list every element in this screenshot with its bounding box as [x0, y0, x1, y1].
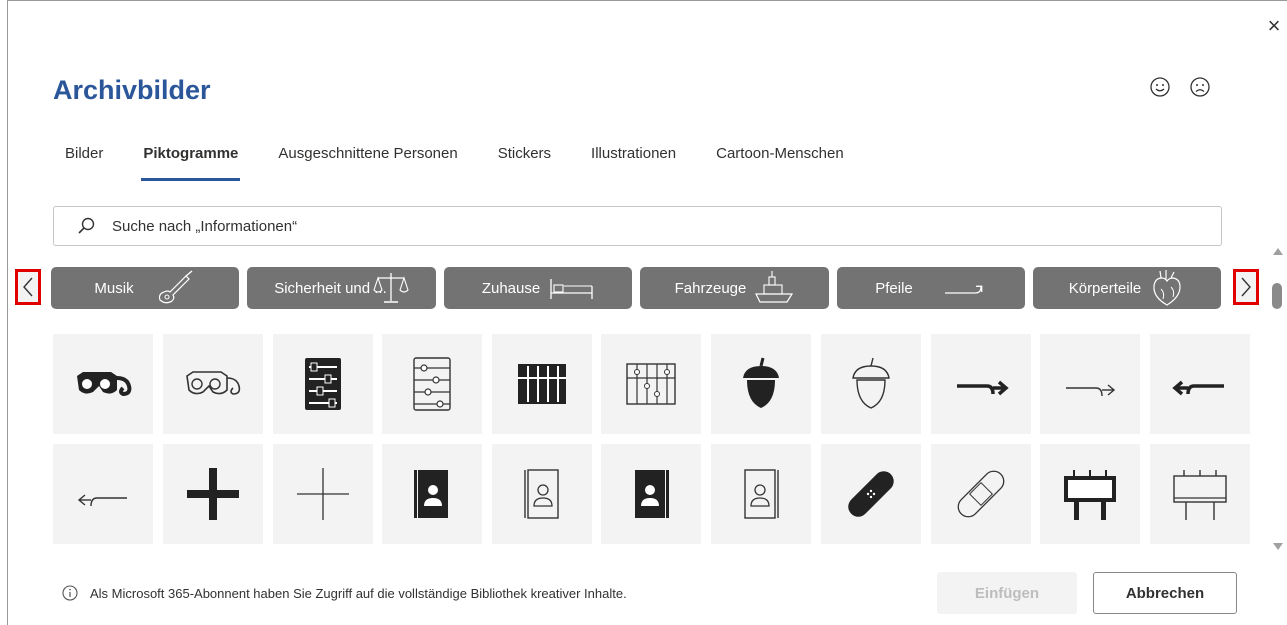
- chevron-right-icon: [1241, 277, 1251, 297]
- address-book-icon: [635, 470, 669, 518]
- icon-tile-arrow-turn-right-outline[interactable]: [1040, 334, 1140, 434]
- acorn-icon: [852, 357, 890, 409]
- abacus-icon: [305, 358, 341, 410]
- category-label: Pfeile: [875, 279, 913, 297]
- category-pfeile[interactable]: Pfeile: [837, 267, 1025, 309]
- icon-tile-abacus-wide-filled[interactable]: [492, 334, 592, 434]
- category-fahrzeuge[interactable]: Fahrzeuge: [640, 267, 829, 309]
- category-label: Musik: [94, 279, 134, 297]
- acorn-icon: [743, 357, 779, 408]
- cancel-button[interactable]: Abbrechen: [1093, 572, 1237, 614]
- abacus-icon: [518, 364, 566, 404]
- icon-tile-address-book-filled-2[interactable]: [601, 444, 701, 544]
- tab-stickers[interactable]: Stickers: [498, 145, 551, 183]
- scroll-down-arrow-icon[interactable]: [1273, 543, 1283, 550]
- bandage-icon: [848, 471, 894, 517]
- icon-tile-3d-glasses-outline[interactable]: [163, 334, 263, 434]
- categories-next-button[interactable]: [1233, 269, 1259, 305]
- categories-prev-button[interactable]: [15, 269, 41, 305]
- close-button[interactable]: ×: [1261, 13, 1287, 39]
- dialog-title: Archivbilder: [53, 75, 211, 105]
- ship-icon: [755, 271, 794, 303]
- tab-illustrationen[interactable]: Illustrationen: [591, 145, 676, 183]
- arrow-turn-left-icon: [1172, 380, 1224, 396]
- scroll-thumb[interactable]: [1272, 283, 1282, 309]
- scroll-up-arrow-icon[interactable]: [1273, 248, 1283, 255]
- icon-tile-abacus-wide-outline[interactable]: [601, 334, 701, 434]
- address-book-icon: [414, 470, 448, 518]
- tab-piktogramme[interactable]: Piktogramme: [141, 145, 241, 183]
- icon-tile-plus-filled[interactable]: [163, 444, 263, 544]
- icon-tile-3d-glasses-filled[interactable]: [53, 334, 153, 434]
- plus-icon: [187, 468, 239, 520]
- tab-bilder[interactable]: Bilder: [65, 145, 103, 183]
- icon-tile-arrow-turn-right-filled[interactable]: [931, 334, 1031, 434]
- icon-tile-billboard-outline[interactable]: [1150, 444, 1250, 544]
- abacus-icon: [626, 363, 676, 405]
- tab-ausgeschnittene-personen[interactable]: Ausgeschnittene Personen: [278, 145, 457, 183]
- category-sicherheit[interactable]: Sicherheit und ...: [247, 267, 436, 309]
- icon-tile-abacus-filled[interactable]: [273, 334, 373, 434]
- abacus-icon: [413, 357, 451, 411]
- category-musik[interactable]: Musik: [51, 267, 239, 309]
- icon-tile-billboard-filled[interactable]: [1040, 444, 1140, 544]
- info-icon: [62, 585, 78, 601]
- 3d-glasses-icon: [77, 372, 132, 397]
- arrow-turn-left-icon: [77, 494, 127, 507]
- arrow-turn-right-icon: [957, 380, 1009, 396]
- icon-tile-acorn-outline[interactable]: [821, 334, 921, 434]
- 3d-glasses-icon: [186, 371, 241, 395]
- category-zuhause[interactable]: Zuhause: [444, 267, 632, 309]
- chevron-left-icon: [23, 277, 33, 297]
- bandage-icon: [957, 470, 1005, 518]
- search-input[interactable]: [112, 217, 1012, 235]
- address-book-icon: [524, 469, 559, 519]
- category-label: Fahrzeuge: [674, 279, 747, 297]
- category-label: Zuhause: [481, 279, 541, 297]
- insert-button[interactable]: Einfügen: [937, 572, 1077, 614]
- category-koerperteile[interactable]: Körperteile: [1033, 267, 1221, 309]
- bed-icon: [550, 279, 593, 299]
- subscription-info: Als Microsoft 365-Abonnent haben Sie Zug…: [62, 585, 627, 601]
- icon-tile-acorn-filled[interactable]: [711, 334, 811, 434]
- search-box[interactable]: [53, 206, 1222, 246]
- scales-icon: [373, 273, 409, 303]
- icon-tile-arrow-turn-left-filled[interactable]: [1150, 334, 1250, 434]
- smiley-sad-icon[interactable]: [1189, 76, 1211, 98]
- icon-tile-address-book-outline[interactable]: [492, 444, 592, 544]
- arrow-icon: [944, 285, 983, 294]
- address-book-icon: [744, 469, 779, 519]
- category-label: Sicherheit und ...: [274, 279, 387, 297]
- guitar-icon: [158, 270, 193, 304]
- scrollbar[interactable]: [1270, 240, 1284, 550]
- billboard-icon: [1064, 470, 1116, 520]
- icon-tile-address-book-filled[interactable]: [382, 444, 482, 544]
- icon-tile-arrow-turn-left-outline[interactable]: [53, 444, 153, 544]
- tab-bar: Bilder Piktogramme Ausgeschnittene Perso…: [65, 145, 884, 185]
- plus-icon: [297, 468, 349, 520]
- icon-tile-bandage-outline[interactable]: [931, 444, 1031, 544]
- icon-tile-plus-outline[interactable]: [273, 444, 373, 544]
- info-text: Als Microsoft 365-Abonnent haben Sie Zug…: [90, 585, 627, 601]
- tab-cartoon-menschen[interactable]: Cartoon-Menschen: [716, 145, 844, 183]
- arrow-turn-right-icon: [1066, 384, 1116, 397]
- category-label: Körperteile: [1068, 279, 1142, 297]
- icon-tile-address-book-outline-2[interactable]: [711, 444, 811, 544]
- heart-organ-icon: [1153, 270, 1181, 306]
- smiley-happy-icon[interactable]: [1149, 76, 1171, 98]
- billboard-icon: [1173, 470, 1227, 520]
- icon-tile-abacus-outline[interactable]: [382, 334, 482, 434]
- icon-tile-bandage-filled[interactable]: [821, 444, 921, 544]
- search-icon: [78, 217, 95, 234]
